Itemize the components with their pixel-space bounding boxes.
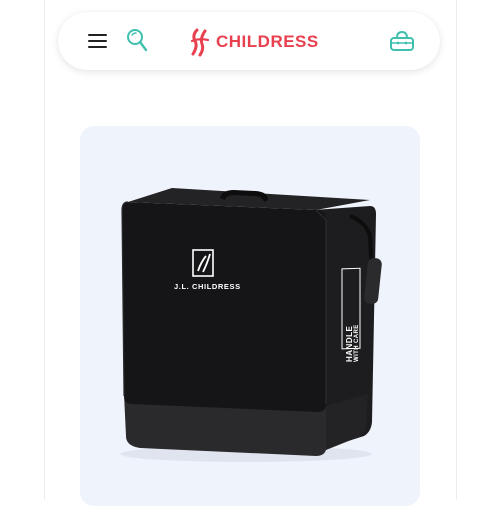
shopping-bag-icon — [390, 30, 414, 51]
cart-button[interactable] — [388, 29, 416, 53]
brand-logo[interactable]: CHILDRESS — [188, 28, 319, 57]
menu-bar-line — [88, 46, 107, 48]
brand-name: CHILDRESS — [216, 32, 319, 51]
search-button[interactable] — [126, 28, 150, 54]
menu-button[interactable] — [88, 32, 108, 50]
carrying-bag-product-image — [120, 188, 382, 462]
side-label-line1: HANDLE — [345, 325, 354, 362]
side-label-line2: WITH CARE — [354, 324, 360, 362]
product-image-card[interactable]: J.L. CHILDRESS HANDLE WITH CARE — [80, 126, 420, 506]
search-icon — [127, 29, 148, 52]
site-header: CHILDRESS — [58, 12, 440, 70]
menu-bar-line — [88, 34, 107, 36]
side-care-label: HANDLE WITH CARE — [345, 282, 364, 362]
menu-bar-line — [88, 40, 107, 42]
bag-brand-label: J.L. CHILDRESS — [174, 282, 241, 291]
childress-logo-mark-icon — [190, 28, 210, 57]
